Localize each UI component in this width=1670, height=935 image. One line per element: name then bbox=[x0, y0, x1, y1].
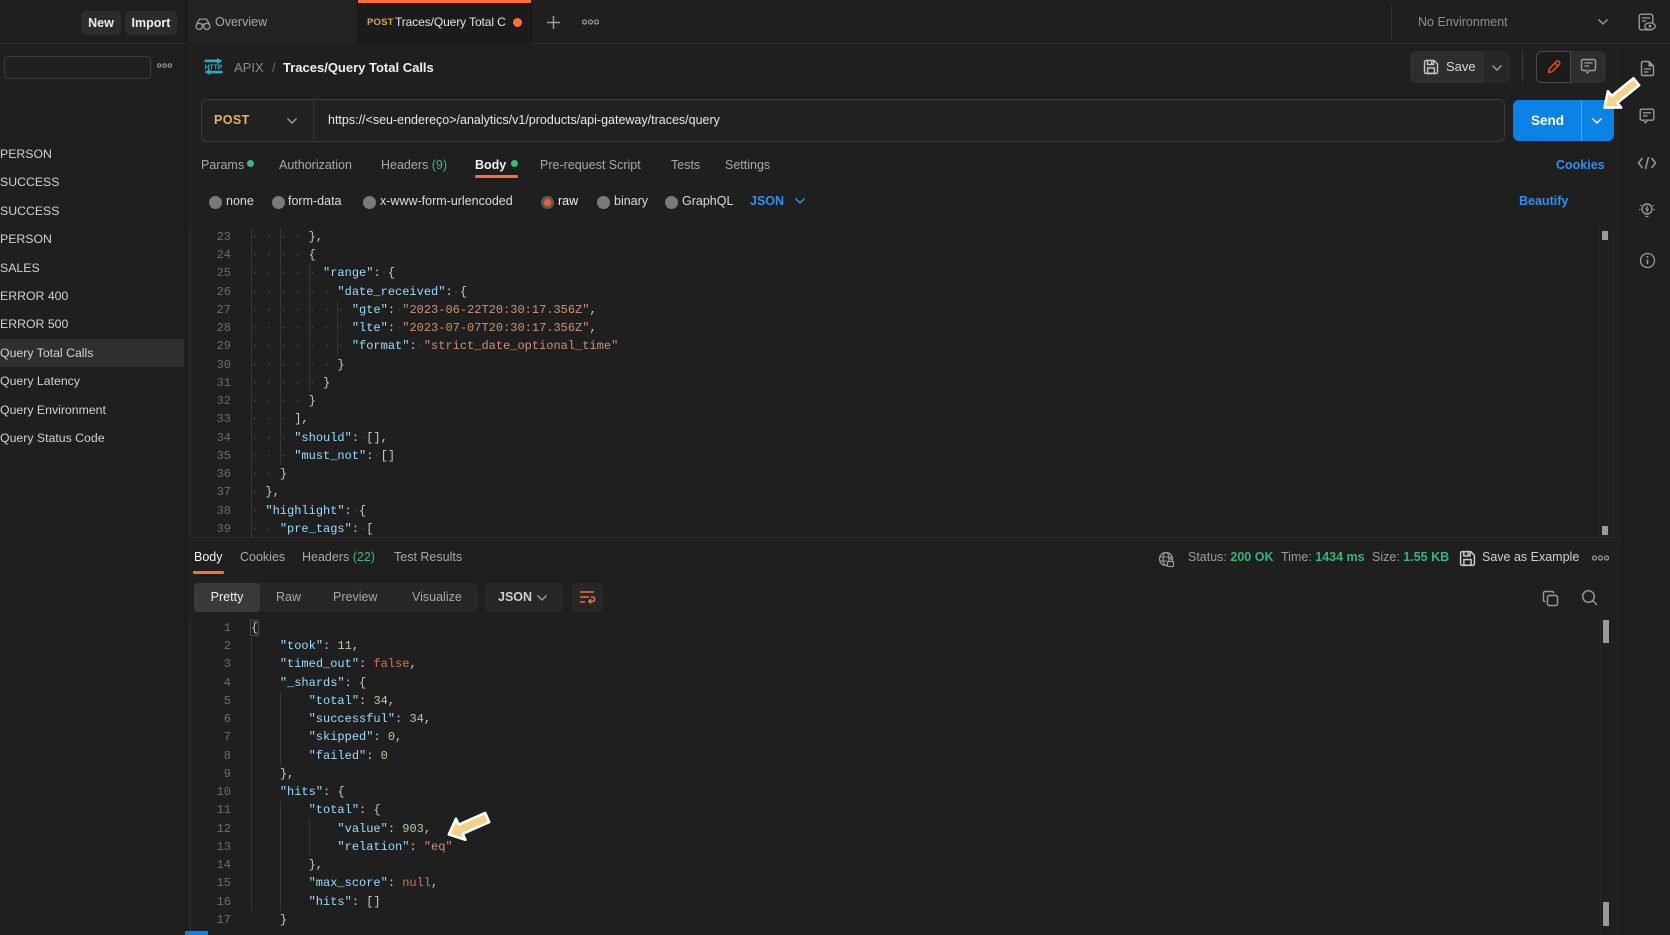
svg-text:HTTP: HTTP bbox=[205, 62, 223, 71]
